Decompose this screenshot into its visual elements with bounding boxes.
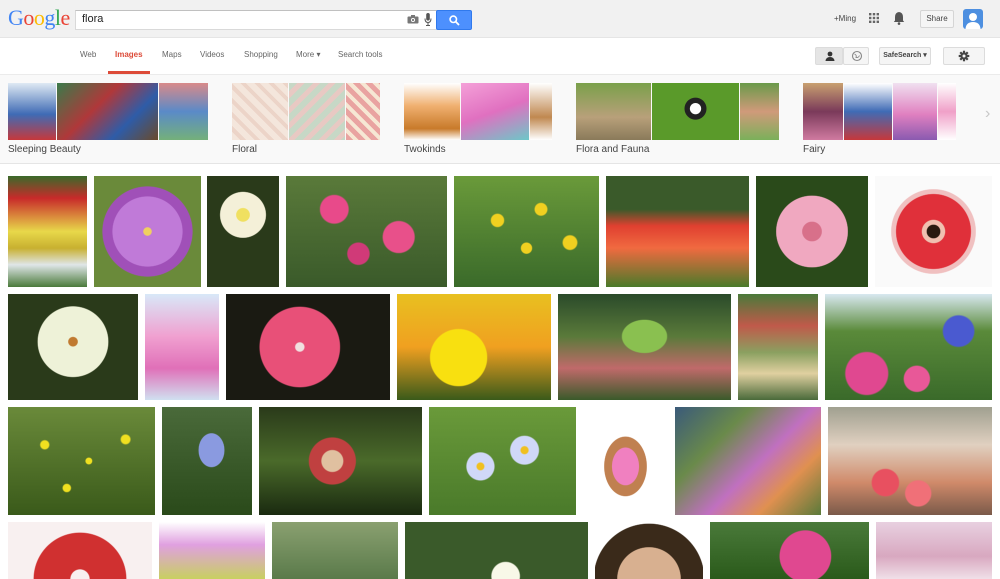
global-results-button[interactable]: [843, 47, 869, 65]
image-result[interactable]: [94, 176, 201, 287]
related-searches: Sleeping Beauty Floral Twokinds Flora an…: [0, 75, 1000, 164]
related-thumbnails: [8, 83, 208, 140]
image-result[interactable]: [756, 176, 868, 287]
search-icon: [449, 15, 460, 26]
image-result[interactable]: [675, 407, 821, 515]
thumbnail: [740, 83, 779, 140]
thumbnail: [803, 83, 843, 140]
related-thumbnails: [576, 83, 779, 140]
related-label: Floral: [232, 144, 258, 155]
logo-letter: o: [23, 5, 34, 30]
thumbnail: [57, 83, 158, 140]
image-result[interactable]: [710, 522, 869, 579]
google-logo[interactable]: Google: [8, 6, 70, 30]
safesearch-button[interactable]: SafeSearch ▾: [879, 47, 931, 65]
personal-results-button[interactable]: [815, 47, 843, 65]
image-result[interactable]: [8, 294, 138, 400]
mic-icon[interactable]: [424, 13, 432, 26]
related-twokinds[interactable]: Twokinds: [404, 83, 552, 158]
gear-icon: [958, 50, 970, 62]
related-thumbnails: [803, 83, 956, 140]
search-nav: Web Images Maps Videos Shopping More ▾ S…: [0, 38, 1000, 75]
bell-icon[interactable]: [893, 11, 905, 25]
search-input[interactable]: flora: [75, 10, 440, 30]
apps-icon[interactable]: [869, 13, 879, 23]
profile-link[interactable]: +Ming: [834, 14, 856, 23]
image-result[interactable]: [606, 176, 749, 287]
image-result[interactable]: [8, 176, 87, 287]
thumbnail: [844, 83, 892, 140]
avatar[interactable]: [963, 9, 983, 29]
related-sleeping-beauty[interactable]: Sleeping Beauty: [8, 83, 208, 158]
tab-web[interactable]: Web: [80, 50, 96, 59]
logo-letter: e: [60, 5, 71, 30]
tab-shopping[interactable]: Shopping: [244, 50, 278, 59]
image-result[interactable]: [558, 294, 731, 400]
person-icon: [825, 51, 835, 61]
related-label: Sleeping Beauty: [8, 144, 81, 155]
image-result[interactable]: [226, 294, 390, 400]
image-result[interactable]: [145, 294, 219, 400]
thumbnail: [461, 83, 529, 140]
related-thumbnails: [404, 83, 552, 140]
thumbnail: [159, 83, 208, 140]
related-flora-and-fauna[interactable]: Flora and Fauna: [576, 83, 779, 158]
image-result[interactable]: [159, 522, 265, 579]
logo-letter: g: [44, 5, 55, 30]
thumbnail: [652, 83, 739, 140]
image-result[interactable]: [8, 407, 155, 515]
tab-maps[interactable]: Maps: [162, 50, 182, 59]
search-button[interactable]: [436, 10, 472, 30]
logo-letter: o: [33, 5, 45, 30]
user-silhouette-icon: [965, 13, 981, 29]
image-result[interactable]: [876, 522, 992, 579]
image-result[interactable]: [828, 407, 992, 515]
settings-button[interactable]: [943, 47, 985, 65]
thumbnail: [893, 83, 937, 140]
image-result[interactable]: [259, 407, 422, 515]
active-tab-indicator: [108, 71, 150, 74]
image-result[interactable]: [272, 522, 398, 579]
thumbnail: [404, 83, 460, 140]
thumbnail: [938, 83, 956, 140]
related-label: Twokinds: [404, 144, 446, 155]
chevron-right-icon[interactable]: ›: [985, 105, 990, 123]
tab-search-tools[interactable]: Search tools: [338, 50, 382, 59]
image-result[interactable]: [162, 407, 252, 515]
image-result[interactable]: [397, 294, 551, 400]
image-result[interactable]: [738, 294, 818, 400]
image-result[interactable]: [875, 176, 992, 287]
logo-letter: G: [8, 5, 24, 30]
thumbnail: [232, 83, 288, 140]
image-result[interactable]: [825, 294, 992, 400]
image-result[interactable]: [8, 522, 152, 579]
image-result[interactable]: [429, 407, 576, 515]
image-result[interactable]: [286, 176, 447, 287]
image-result[interactable]: [405, 522, 588, 579]
thumbnail: [576, 83, 651, 140]
thumbnail: [530, 83, 552, 140]
search-query[interactable]: flora: [82, 13, 103, 25]
image-result[interactable]: [207, 176, 279, 287]
tab-images[interactable]: Images: [115, 50, 143, 59]
tab-more[interactable]: More ▾: [296, 50, 320, 59]
thumbnail: [8, 83, 56, 140]
camera-icon[interactable]: [407, 15, 419, 24]
thumbnail: [289, 83, 345, 140]
top-bar: Google flora +Ming Share: [0, 0, 1000, 38]
image-result[interactable]: [583, 407, 668, 515]
related-floral[interactable]: Floral: [232, 83, 380, 158]
tab-videos[interactable]: Videos: [200, 50, 224, 59]
image-result[interactable]: [595, 522, 703, 579]
related-label: Fairy: [803, 144, 826, 155]
thumbnail: [346, 83, 380, 140]
related-fairy[interactable]: Fairy: [803, 83, 956, 158]
related-thumbnails: [232, 83, 380, 140]
related-label: Flora and Fauna: [576, 144, 650, 155]
image-result[interactable]: [454, 176, 599, 287]
share-button[interactable]: Share: [920, 10, 954, 28]
globe-icon: [851, 50, 863, 62]
